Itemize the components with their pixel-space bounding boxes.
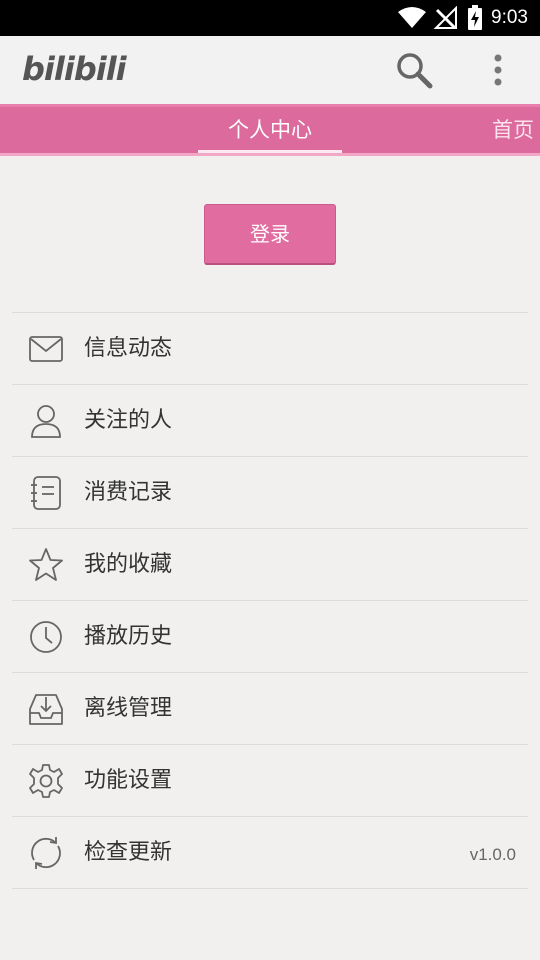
status-icons: 9:03 <box>397 0 540 36</box>
refresh-icon <box>28 835 64 871</box>
menu-item-offline[interactable]: 离线管理 <box>12 673 528 745</box>
mail-icon <box>28 331 64 367</box>
search-icon <box>394 53 434 94</box>
star-icon <box>28 547 64 583</box>
no-signal-icon <box>433 6 459 30</box>
menu-item-label: 消费记录 <box>84 480 173 505</box>
menu-item-purchases[interactable]: 消费记录 <box>12 457 528 529</box>
menu-item-messages[interactable]: 信息动态 <box>12 313 528 385</box>
menu-item-settings[interactable]: 功能设置 <box>12 745 528 817</box>
status-bar: 9:03 <box>0 0 540 36</box>
profile-menu: 信息动态 关注的人 消费记录 我的收藏 播放历史 离线管理 功能设置 检查更新 … <box>12 312 528 889</box>
person-icon <box>28 403 64 439</box>
menu-item-label: 我的收藏 <box>84 552 173 577</box>
bilibili-logo: bilibili <box>22 50 127 88</box>
tab-home[interactable]: 首页 <box>492 107 540 153</box>
login-button[interactable]: 登录 <box>204 204 336 265</box>
menu-item-label: 播放历史 <box>84 624 173 649</box>
download-tray-icon <box>28 691 64 727</box>
menu-item-check-update[interactable]: 检查更新 v1.0.0 <box>12 817 528 889</box>
notebook-icon <box>28 475 64 511</box>
clock-icon <box>28 619 64 655</box>
menu-item-history[interactable]: 播放历史 <box>12 601 528 673</box>
app-bar: bilibili <box>0 36 540 104</box>
menu-item-label: 功能设置 <box>84 768 173 793</box>
menu-item-label: 信息动态 <box>84 336 173 361</box>
version-label: v1.0.0 <box>469 845 516 864</box>
overflow-menu-button[interactable] <box>484 50 512 90</box>
more-vert-icon <box>484 54 512 94</box>
search-button[interactable] <box>394 50 434 90</box>
gear-icon <box>28 763 64 799</box>
menu-item-following[interactable]: 关注的人 <box>12 385 528 457</box>
menu-item-label: 离线管理 <box>84 696 173 721</box>
tab-bar: 个人中心 首页 <box>0 104 540 156</box>
status-time: 9:03 <box>491 7 528 28</box>
tab-indicator <box>198 150 342 153</box>
wifi-icon <box>397 6 427 30</box>
tab-profile[interactable]: 个人中心 <box>198 107 342 153</box>
profile-content: 登录 信息动态 关注的人 消费记录 我的收藏 播放历史 离线管理 功能设置 检查… <box>0 156 540 960</box>
menu-item-favorites[interactable]: 我的收藏 <box>12 529 528 601</box>
menu-item-label: 检查更新 <box>84 840 173 865</box>
battery-charging-icon <box>467 5 483 31</box>
menu-item-label: 关注的人 <box>84 408 173 433</box>
